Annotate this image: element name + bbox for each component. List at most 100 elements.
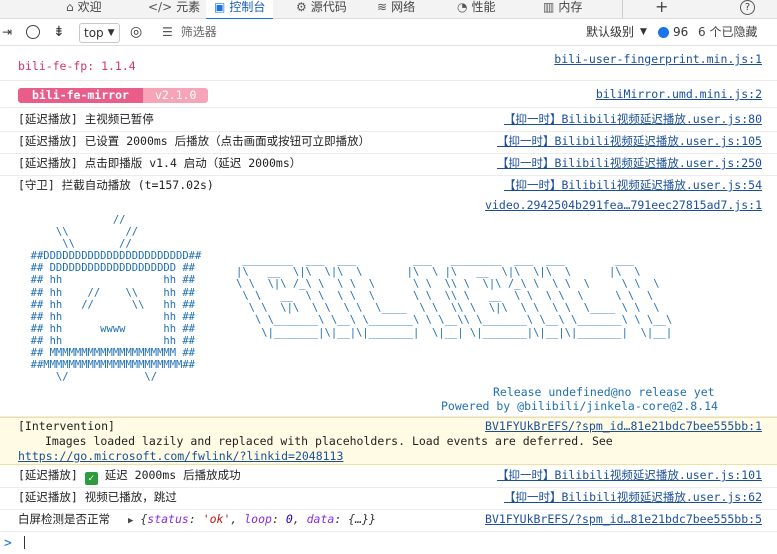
clear-icon <box>26 25 40 39</box>
object-key: loop <box>244 512 272 526</box>
console-message: [延迟播放] 已设置 2000ms 后播放（点击画面或按钮可立即播放） 【抑一时… <box>0 132 777 154</box>
tab-sources-label: 源代码 <box>310 0 347 14</box>
message-text: [延迟播放] ✓ 延迟 2000ms 后播放成功 <box>18 468 241 485</box>
eye-icon: ◎ <box>130 24 143 40</box>
expand-triangle-icon: ▶ <box>128 516 134 526</box>
warning-message: Images loaded lazily and replaced with p… <box>45 434 613 448</box>
console-message: [延迟播放] ✓ 延迟 2000ms 后播放成功 【抑一时】Bilibili视频… <box>0 465 777 488</box>
sources-icon: ⚙ <box>296 0 307 14</box>
object-key: data <box>306 512 335 526</box>
source-link[interactable]: 【抑一时】Bilibili视频延迟播放.user.js:105 <box>497 134 762 149</box>
performance-icon: ◔ <box>457 0 468 14</box>
ascii-tv-art: // \\ // \\ // ##DDDDDDDDDDDDDDDDDDDDDDD… <box>30 214 202 384</box>
object-key: status <box>147 512 189 526</box>
source-link[interactable]: 【抑一时】Bilibili视频延迟播放.user.js:250 <box>497 156 762 171</box>
object-value: 'ok' <box>202 512 231 526</box>
message-text: [延迟播放] 点击即播版 v1.4 启动（延迟 2000ms） <box>18 156 302 170</box>
filter-icon: ☰ <box>162 25 173 39</box>
object-value: 0 <box>285 512 293 526</box>
help-icon: ? <box>740 0 755 15</box>
source-link[interactable]: video.2942504b291fea…791eec27815ad7.js:1 <box>485 198 762 213</box>
tab-console[interactable]: ▣ 控制台 <box>206 0 274 20</box>
tab-elements[interactable]: </> 元素 <box>148 0 200 18</box>
console-message: bili-fe-mirror v2.1.0 biliMirror.umd.mini… <box>0 85 777 108</box>
ascii-art-message: video.2942504b291fea…791eec27815ad7.js:1… <box>0 198 777 417</box>
message-text: bili-fe-fp: 1.1.4 <box>18 59 136 73</box>
source-link[interactable]: biliMirror.umd.mini.js:2 <box>596 87 762 102</box>
source-link[interactable]: 【抑一时】Bilibili视频延迟播放.user.js:62 <box>504 490 762 505</box>
tab-elements-label: 元素 <box>176 0 201 14</box>
more-tabs-button[interactable]: + <box>655 0 668 18</box>
hidden-count: 6 个已隐藏 <box>698 19 757 45</box>
message-text: [延迟播放] 视频已播放，跳过 <box>18 490 177 504</box>
tab-memory-label: 内存 <box>558 0 583 14</box>
console-message: [延迟播放] 主视频已暂停 【抑一时】Bilibili视频延迟播放.user.j… <box>0 110 777 132</box>
message-text: [守卫] 拦截自动播放 (t=157.02s) <box>18 178 214 192</box>
tab-network[interactable]: ≋ 网络 <box>377 0 415 18</box>
context-label: top <box>84 26 104 40</box>
tab-welcome[interactable]: ⌂ 欢迎 <box>66 0 102 18</box>
console-message: [守卫] 拦截自动播放 (t=157.02s) 【抑一时】Bilibili视频延… <box>0 176 777 197</box>
mirror-badge: bili-fe-mirror v2.1.0 <box>18 88 209 103</box>
create-live-expression-button[interactable]: ⇟ <box>53 19 65 45</box>
prompt-chevron-icon: > <box>4 536 12 551</box>
tab-welcome-label: 欢迎 <box>77 0 102 14</box>
powered-text: Powered by @bilibili/jinkela-core@2.8.14 <box>441 399 718 413</box>
source-link[interactable]: BV1FYUkBrEFS/?spm_id…81e21bdc7bee555bb:1 <box>485 419 762 434</box>
ascii-bilibili-art: ________ ___ ___ ___ ________ ___ ___ __… <box>236 254 673 339</box>
console-toolbar: ⇥ ⇟ top ▼ ◎ ☰ 筛选器 默认级别 ▼ 96 6 个已隐藏 <box>0 19 777 46</box>
issues-count: 96 <box>673 25 689 39</box>
warning-link[interactable]: https://go.microsoft.com/fwlink/?linkid=… <box>18 449 343 464</box>
message-text: 白屏检测是否正常 <box>18 512 110 526</box>
source-link[interactable]: BV1FYUkBrEFS/?spm_id…81e21bdc7bee555bb:5 <box>485 512 762 527</box>
release-text: Release undefined@no release yet <box>493 385 715 399</box>
console-message: 白屏检测是否正常 ▶ {status: 'ok', loop: 0, data:… <box>0 510 777 532</box>
clear-console-button[interactable] <box>26 19 40 45</box>
issues-counter[interactable]: 96 <box>658 19 688 45</box>
console-message: bili-fe-fp: 1.1.4 bili-user-fingerprint.… <box>0 52 777 81</box>
sidebar-icon: ⇥ <box>2 25 13 39</box>
live-expression-icon: ⇟ <box>53 24 65 40</box>
intervention-warning: [Intervention] BV1FYUkBrEFS/?spm_id…81e2… <box>0 417 777 465</box>
devtools-tab-strip: ⌂ 欢迎 </> 元素 ▣ 控制台 ⚙ 源代码 ≋ 网络 ◔ 性能 ▥ 内存 +… <box>0 0 777 20</box>
context-selector[interactable]: top ▼ <box>79 23 120 43</box>
source-link[interactable]: 【抑一时】Bilibili视频延迟播放.user.js:80 <box>504 112 762 127</box>
code-brackets-icon: </> <box>148 0 173 14</box>
tab-console-label: 控制台 <box>229 0 266 14</box>
source-link[interactable]: 【抑一时】Bilibili视频延迟播放.user.js:54 <box>504 178 762 193</box>
caret-down-icon: ▼ <box>107 28 115 38</box>
source-link[interactable]: bili-user-fingerprint.min.js:1 <box>554 52 762 67</box>
caret-down-icon: ▼ <box>640 27 647 37</box>
console-prompt[interactable]: > <box>4 536 25 551</box>
wifi-icon: ≋ <box>377 0 388 14</box>
filter-input[interactable]: ☰ 筛选器 <box>162 19 572 45</box>
mirror-name-pill: bili-fe-mirror <box>18 88 143 103</box>
tab-memory[interactable]: ▥ 内存 <box>543 0 582 18</box>
tab-performance[interactable]: ◔ 性能 <box>457 0 496 18</box>
memory-icon: ▥ <box>543 0 555 14</box>
eye-button[interactable]: ◎ <box>130 19 142 45</box>
text-cursor <box>23 536 25 549</box>
object-value: {…} <box>348 512 369 526</box>
message-prefix: [延迟播放] <box>18 468 78 482</box>
check-icon: ✓ <box>84 472 98 485</box>
sidebar-toggle-button[interactable]: ⇥ <box>2 19 12 45</box>
log-level-dropdown[interactable]: 默认级别 ▼ <box>586 19 647 45</box>
tab-separator <box>622 0 643 18</box>
console-message: [延迟播放] 视频已播放，跳过 【抑一时】Bilibili视频延迟播放.user… <box>0 488 777 510</box>
console-message: [延迟播放] 点击即播版 v1.4 启动（延迟 2000ms） 【抑一时】Bil… <box>0 154 777 176</box>
warning-title: [Intervention] <box>18 419 115 433</box>
plus-icon: + <box>655 0 669 16</box>
message-text: [延迟播放] 主视频已暂停 <box>18 112 154 126</box>
log-level-label: 默认级别 <box>586 25 635 39</box>
message-text: [延迟播放] 已设置 2000ms 后播放（点击画面或按钮可立即播放） <box>18 134 371 148</box>
help-button[interactable]: ? <box>740 0 755 18</box>
filter-placeholder: 筛选器 <box>180 25 217 39</box>
message-body: 延迟 2000ms 后播放成功 <box>104 468 241 482</box>
mirror-version-pill: v2.1.0 <box>142 88 209 103</box>
tab-network-label: 网络 <box>391 0 416 14</box>
console-icon: ▣ <box>214 0 226 14</box>
source-link[interactable]: 【抑一时】Bilibili视频延迟播放.user.js:101 <box>497 468 762 483</box>
object-preview[interactable]: ▶ {status: 'ok', loop: 0, data: {…}} <box>128 512 376 529</box>
tab-sources[interactable]: ⚙ 源代码 <box>296 0 347 18</box>
